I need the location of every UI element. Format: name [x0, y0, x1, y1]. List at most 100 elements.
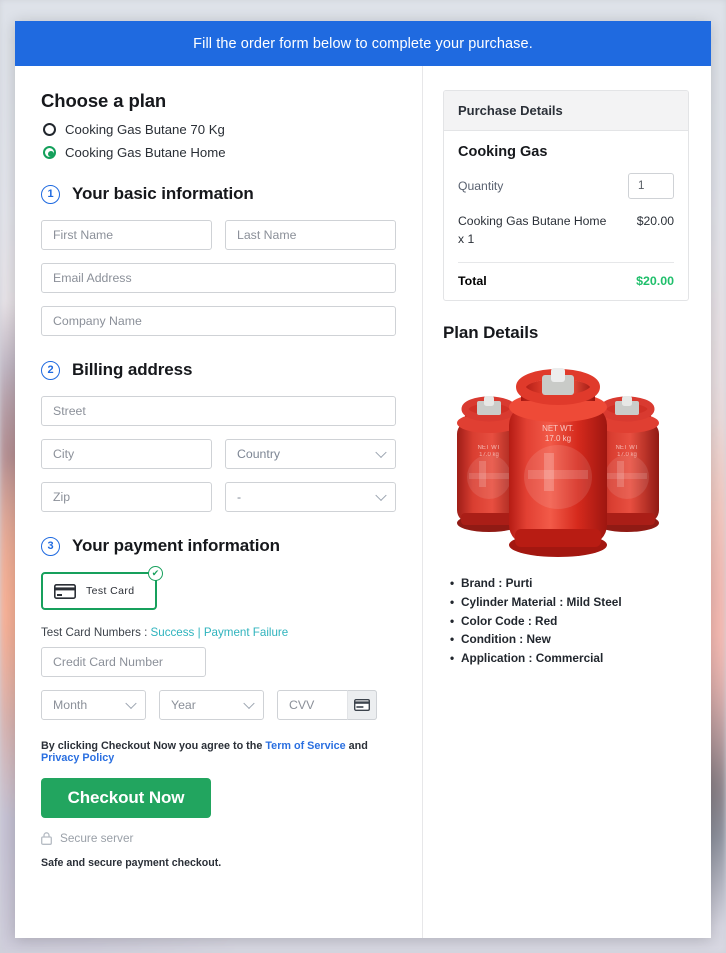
list-item: Brand : Purti	[450, 574, 689, 593]
chevron-down-icon	[243, 697, 255, 710]
zip-state-row: Zip -	[41, 482, 396, 512]
lock-icon	[41, 831, 52, 845]
credit-card-icon	[54, 583, 76, 599]
step-basic-information: 1 Your basic information	[41, 184, 396, 204]
svg-text:17.0 kg: 17.0 kg	[479, 452, 499, 458]
product-name: Cooking Gas	[458, 144, 548, 160]
plan-option-label: Cooking Gas Butane Home	[65, 145, 226, 160]
radio-icon-selected[interactable]	[43, 146, 56, 159]
check-circle-icon: ✔	[148, 566, 163, 581]
cvv-help-button[interactable]	[347, 690, 377, 720]
svg-text:NET WT: NET WT	[478, 445, 501, 451]
svg-text:17.0 kg: 17.0 kg	[545, 434, 571, 443]
checkout-card: Fill the order form below to complete yo…	[15, 21, 711, 938]
svg-text:NET WT: NET WT	[616, 445, 639, 451]
month-select[interactable]: Month	[41, 690, 146, 720]
privacy-policy-link[interactable]: Privacy Policy	[41, 752, 114, 764]
country-select-value: Country	[237, 447, 281, 461]
svg-text:NET WT.: NET WT.	[542, 424, 574, 433]
step-number-badge: 2	[41, 360, 60, 380]
link-separator: |	[194, 626, 204, 639]
email-input[interactable]: Email Address	[41, 263, 396, 293]
test-card-numbers-line: Test Card Numbers : Success | Payment Fa…	[41, 626, 396, 639]
step-label: Your payment information	[72, 536, 280, 555]
term-of-service-link[interactable]: Term of Service	[265, 740, 345, 752]
credit-card-number-input[interactable]: Credit Card Number	[41, 647, 206, 677]
street-row: Street	[41, 396, 396, 426]
city-country-row: City Country	[41, 439, 396, 469]
gas-cylinders-image: NET WT 17.0 kg NET WT 17.0 kg NET WT. 17…	[443, 357, 689, 562]
total-row: Total $20.00	[458, 274, 674, 288]
order-form-column: Choose a plan Cooking Gas Butane 70 Kg C…	[15, 66, 423, 938]
plan-option-butane-70kg[interactable]: Cooking Gas Butane 70 Kg	[43, 122, 396, 137]
line-item-description: Cooking Gas Butane Home x 1	[458, 214, 607, 246]
test-card-failure-link[interactable]: Payment Failure	[204, 626, 288, 639]
quantity-label: Quantity	[458, 179, 504, 193]
list-item: Application : Commercial	[450, 649, 689, 668]
checkout-now-button[interactable]: Checkout Now	[41, 778, 211, 818]
expiry-cvv-row: Month Year CVV	[41, 690, 396, 720]
step-number-badge: 1	[41, 184, 60, 204]
secure-server-label: Secure server	[60, 831, 134, 845]
payment-method-test-card[interactable]: Test Card ✔	[41, 566, 163, 610]
plan-details-bullet-list: Brand : Purti Cylinder Material : Mild S…	[443, 574, 689, 667]
purchase-details-body: Cooking Gas Quantity 1 Cooking Gas Butan…	[444, 131, 688, 300]
radio-icon-unselected[interactable]	[43, 123, 56, 136]
banner: Fill the order form below to complete yo…	[15, 21, 711, 66]
state-select[interactable]: -	[225, 482, 396, 512]
card-number-row: Credit Card Number	[41, 647, 396, 677]
gas-cylinders-illustration: NET WT 17.0 kg NET WT 17.0 kg NET WT. 17…	[457, 368, 659, 558]
chevron-down-icon	[375, 446, 387, 459]
step-billing-address: 2 Billing address	[41, 360, 396, 380]
first-name-input[interactable]: First Name	[41, 220, 212, 250]
terms-agreement-text: By clicking Checkout Now you agree to th…	[41, 740, 396, 764]
test-card-numbers-label: Test Card Numbers :	[41, 626, 151, 639]
zip-input[interactable]: Zip	[41, 482, 212, 512]
terms-prefix: By clicking Checkout Now you agree to th…	[41, 740, 266, 752]
street-input[interactable]: Street	[41, 396, 396, 426]
choose-a-plan-heading: Choose a plan	[41, 90, 167, 111]
step-label: Billing address	[72, 360, 193, 379]
safe-checkout-note: Safe and secure payment checkout.	[41, 857, 222, 869]
step-label: Your basic information	[72, 184, 254, 203]
payment-method-label: Test Card	[86, 585, 135, 597]
quantity-input[interactable]: 1	[628, 173, 674, 199]
total-value: $20.00	[636, 274, 674, 289]
year-select-value: Year	[171, 698, 196, 712]
credit-card-back-icon	[354, 699, 370, 711]
last-name-input[interactable]: Last Name	[225, 220, 396, 250]
divider	[458, 262, 674, 264]
list-item: Condition : New	[450, 630, 689, 649]
test-card-success-link[interactable]: Success	[151, 626, 195, 639]
svg-text:17.0 kg: 17.0 kg	[617, 452, 637, 458]
state-select-value: -	[237, 490, 242, 504]
plan-option-butane-home[interactable]: Cooking Gas Butane Home	[43, 145, 396, 160]
plan-details-heading: Plan Details	[443, 323, 539, 343]
line-item-price: $20.00	[636, 214, 674, 228]
country-select[interactable]: Country	[225, 439, 396, 469]
step-payment-information: 3 Your payment information	[41, 536, 396, 556]
list-item: Color Code : Red	[450, 612, 689, 631]
purchase-details-header: Purchase Details	[444, 91, 688, 131]
plan-option-label: Cooking Gas Butane 70 Kg	[65, 122, 225, 137]
month-select-value: Month	[53, 698, 88, 712]
card-body: Choose a plan Cooking Gas Butane 70 Kg C…	[15, 66, 711, 938]
name-row: First Name Last Name	[41, 220, 396, 250]
email-row: Email Address	[41, 263, 396, 293]
purchase-details-panel: Purchase Details Cooking Gas Quantity 1 …	[443, 90, 689, 302]
quantity-row: Quantity 1	[458, 173, 674, 199]
company-name-input[interactable]: Company Name	[41, 306, 396, 336]
chevron-down-icon	[375, 489, 387, 502]
company-row: Company Name	[41, 306, 396, 336]
city-input[interactable]: City	[41, 439, 212, 469]
cvv-group: CVV	[277, 690, 377, 720]
step-number-badge: 3	[41, 536, 60, 556]
secure-server-note: Secure server	[41, 831, 396, 845]
list-item: Cylinder Material : Mild Steel	[450, 593, 689, 612]
terms-middle: and	[345, 740, 368, 752]
total-label: Total	[458, 274, 487, 289]
summary-column: Purchase Details Cooking Gas Quantity 1 …	[423, 66, 711, 668]
chevron-down-icon	[125, 697, 137, 710]
banner-text: Fill the order form below to complete yo…	[193, 35, 533, 52]
year-select[interactable]: Year	[159, 690, 264, 720]
